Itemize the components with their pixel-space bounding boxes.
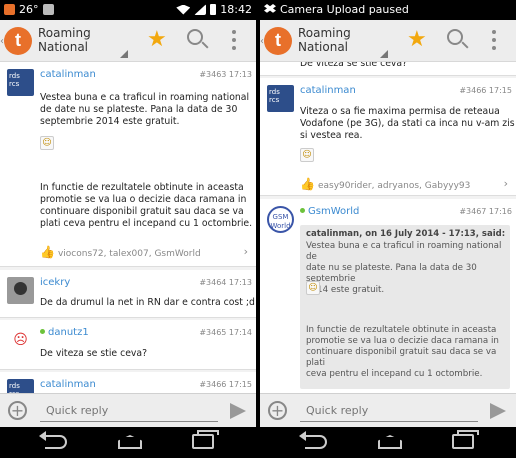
avatar[interactable]: rds rcs: [7, 379, 34, 393]
smiley-icon: ☺: [306, 281, 320, 295]
app-notification-icon: [4, 4, 15, 15]
action-bar: ‹ t Roaming National ★: [0, 20, 256, 62]
action-bar: ‹ t Roaming National ★: [260, 20, 516, 62]
quick-reply-bar: +: [260, 393, 516, 427]
post-item: rds rcs catalinman #3463 17:13 Vestea bu…: [0, 62, 256, 267]
post-text: De viteza se stie ceva?: [300, 62, 408, 69]
thumbs-up-icon: 👍: [40, 245, 55, 259]
post-username[interactable]: catalinman: [40, 379, 96, 390]
post-meta: #3466 17:15: [459, 86, 512, 95]
topic-title[interactable]: Roaming National: [298, 26, 351, 54]
back-icon[interactable]: [39, 431, 67, 449]
post-username[interactable]: GsmWorld: [300, 206, 359, 217]
quick-reply-input[interactable]: [40, 400, 218, 422]
search-icon[interactable]: [447, 29, 463, 45]
mail-icon: [42, 4, 54, 15]
post-text: Viteza o sa fie maxima permisa de reteau…: [300, 106, 515, 141]
quote-text: In functie de rezultatele obtinute in ac…: [306, 325, 499, 379]
status-bar: 26° 18:42: [0, 0, 256, 20]
overflow-icon[interactable]: [492, 30, 496, 50]
post-username[interactable]: icekry: [40, 277, 70, 288]
smiley-icon: ☺: [40, 136, 54, 150]
post-text: De viteza se stie ceva?: [40, 348, 148, 359]
post-item: De viteza se stie ceva?: [260, 62, 516, 76]
post-item: ☹ danutz1 #3465 17:14 De viteza se stie …: [0, 320, 256, 370]
signal-icon: [194, 4, 207, 15]
notification-text: Camera Upload paused: [280, 3, 409, 16]
topic-title[interactable]: Roaming National: [38, 26, 91, 54]
dropdown-caret-icon[interactable]: [120, 50, 128, 58]
battery-icon: [210, 4, 217, 15]
star-icon[interactable]: ★: [147, 29, 167, 51]
status-bar: Camera Upload paused: [260, 0, 516, 20]
post-item: rds rcs catalinman #3466 17:15 Viteza o …: [260, 78, 516, 196]
navigation-bar: [260, 427, 516, 458]
search-icon[interactable]: [187, 29, 203, 45]
quote-text: Vestea buna e ca traficul in roaming nat…: [306, 241, 502, 295]
smiley-icon: ☺: [300, 148, 314, 162]
right-screen: Camera Upload paused ‹ t Roaming Nationa…: [260, 0, 516, 458]
quote-block: catalinman, on 16 July 2014 - 17:13, sai…: [300, 225, 510, 389]
avatar[interactable]: GSM World: [267, 206, 294, 233]
dropbox-icon: [264, 4, 276, 13]
wifi-icon: [176, 4, 191, 15]
app-logo-icon[interactable]: t: [264, 27, 292, 55]
avatar[interactable]: rds rcs: [267, 85, 294, 112]
send-icon[interactable]: [230, 403, 246, 419]
post-meta: #3467 17:16: [459, 207, 512, 216]
chevron-right-icon[interactable]: ›: [504, 177, 508, 190]
quick-reply-input[interactable]: [300, 400, 478, 422]
overflow-icon[interactable]: [232, 30, 236, 50]
post-text: In functie de rezultatele obtinute in ac…: [40, 182, 253, 229]
recents-icon[interactable]: [192, 430, 219, 449]
send-icon[interactable]: [490, 403, 506, 419]
thumbs-up-icon: 👍: [300, 177, 315, 191]
avatar[interactable]: rds rcs: [7, 69, 34, 96]
quick-reply-bar: +: [0, 393, 256, 427]
post-meta: #3465 17:14: [199, 328, 252, 337]
post-item: GSM World GsmWorld #3467 17:16 catalinma…: [260, 199, 516, 393]
post-text: Vestea buna e ca traficul in roaming nat…: [40, 92, 250, 127]
clock: 18:42: [220, 3, 252, 16]
home-icon[interactable]: [378, 435, 402, 449]
avatar[interactable]: ☹: [7, 327, 34, 354]
online-dot: [40, 329, 45, 334]
add-icon[interactable]: +: [8, 401, 27, 420]
back-icon[interactable]: [299, 431, 327, 449]
temperature-text: 26°: [19, 3, 39, 16]
post-item: icekry #3464 17:13 De da drumul la net i…: [0, 270, 256, 318]
dropdown-caret-icon[interactable]: [380, 50, 388, 58]
post-list[interactable]: rds rcs catalinman #3463 17:13 Vestea bu…: [0, 62, 256, 393]
avatar[interactable]: [7, 277, 34, 304]
post-meta: #3463 17:13: [199, 70, 252, 79]
navigation-bar: [0, 427, 256, 458]
post-list[interactable]: De viteza se stie ceva? rds rcs catalinm…: [260, 62, 516, 393]
post-username[interactable]: catalinman: [40, 69, 96, 80]
left-screen: 26° 18:42 ‹ t Roaming National ★ rds rcs…: [0, 0, 256, 458]
post-text: De da drumul la net in RN dar e contra c…: [40, 297, 255, 308]
likes-row[interactable]: 👍 viocons72, talex007, GsmWorld: [40, 245, 201, 259]
recents-icon[interactable]: [452, 430, 479, 449]
quote-header: catalinman, on 16 July 2014 - 17:13, sai…: [306, 229, 506, 239]
home-icon[interactable]: [118, 435, 142, 449]
likes-row[interactable]: 👍 easy90rider, adryanos, Gabyyy93: [300, 177, 470, 191]
post-username[interactable]: catalinman: [300, 85, 356, 96]
online-dot: [300, 208, 305, 213]
app-logo-icon[interactable]: t: [4, 27, 32, 55]
add-icon[interactable]: +: [268, 401, 287, 420]
post-meta: #3466 17:15: [199, 380, 252, 389]
chevron-right-icon[interactable]: ›: [244, 245, 248, 258]
star-icon[interactable]: ★: [407, 29, 427, 51]
post-meta: #3464 17:13: [199, 278, 252, 287]
post-item: rds rcs catalinman #3466 17:15: [0, 372, 256, 393]
post-username[interactable]: danutz1: [40, 327, 89, 338]
